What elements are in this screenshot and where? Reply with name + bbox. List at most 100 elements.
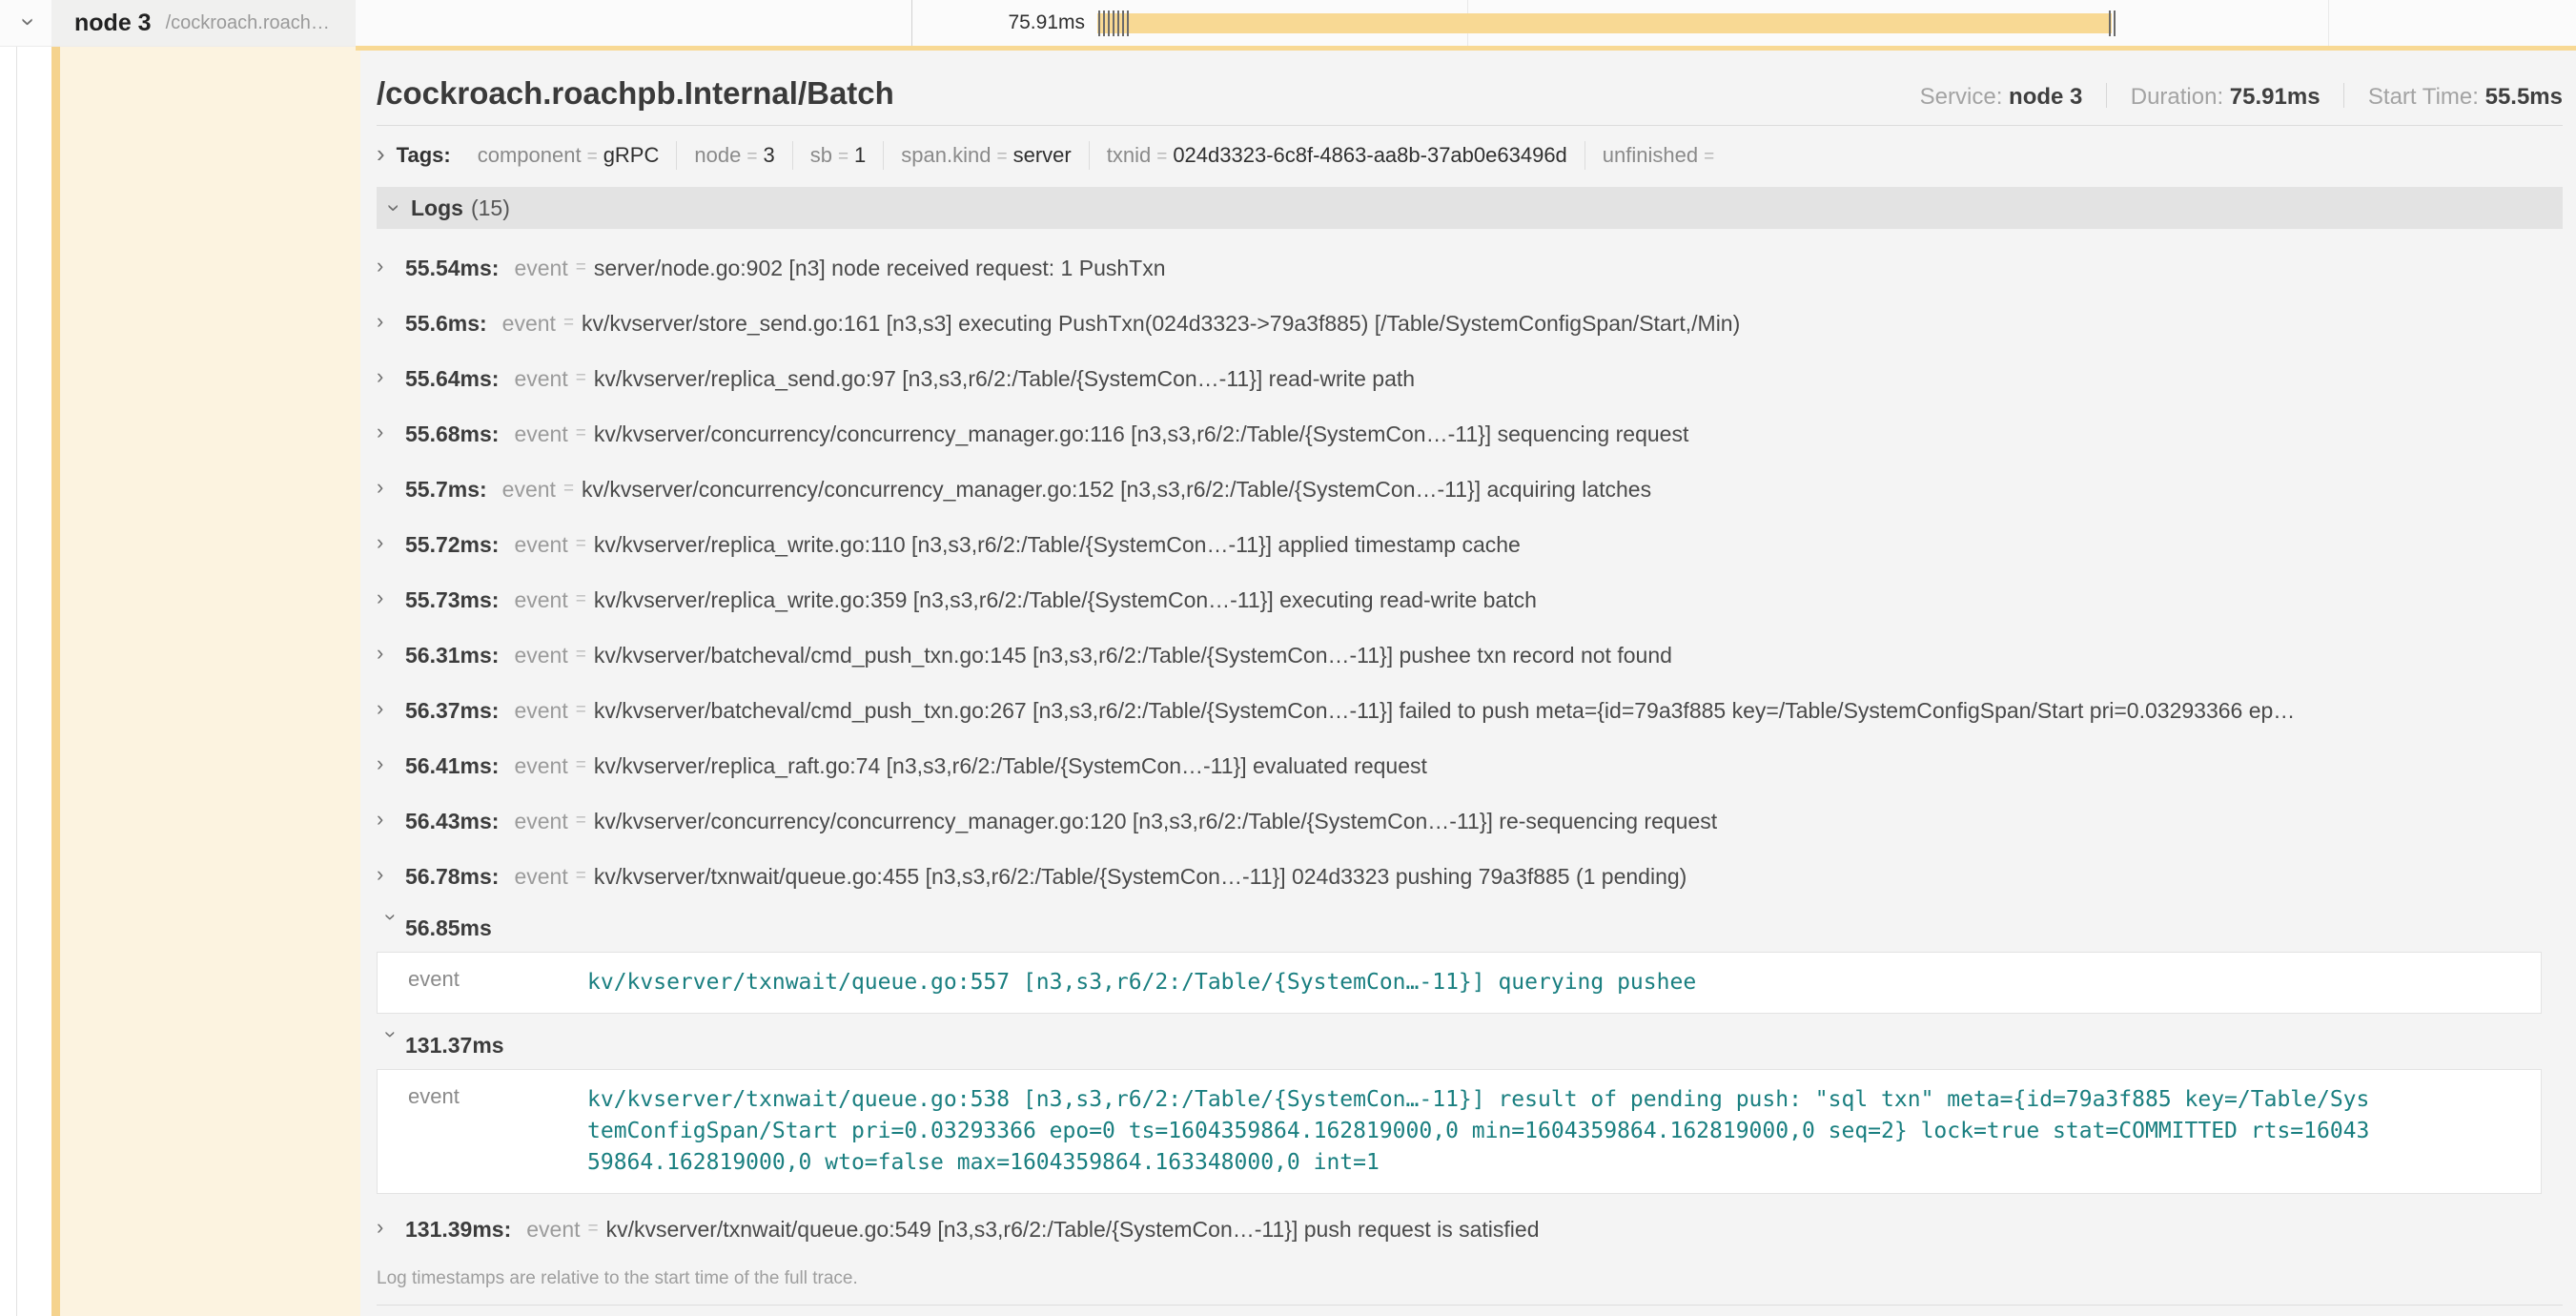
- selected-span-highlight: [51, 46, 360, 1316]
- logs-count: (15): [471, 195, 510, 221]
- log-row[interactable]: ›55.68ms:event=kv/kvserver/concurrency/c…: [377, 406, 2563, 462]
- log-row[interactable]: ›131.39ms:event=kv/kvserver/txnwait/queu…: [377, 1202, 2563, 1257]
- chevron-right-icon[interactable]: ›: [377, 753, 405, 774]
- log-field-value: kv/kvserver/txnwait/queue.go:538 [n3,s3,…: [587, 1084, 2541, 1179]
- tag-component: component=gRPC: [460, 141, 678, 170]
- chevron-down-icon[interactable]: ›: [16, 18, 41, 27]
- tags-label: Tags:: [397, 143, 451, 168]
- chevron-right-icon[interactable]: ›: [377, 141, 385, 166]
- log-row[interactable]: ›55.73ms:event=kv/kvserver/replica_write…: [377, 572, 2563, 627]
- log-field-key: event: [514, 256, 567, 281]
- log-timestamp: 56.78ms:: [405, 864, 499, 890]
- chevron-right-icon[interactable]: ›: [377, 311, 405, 332]
- log-timestamp: 55.64ms:: [405, 366, 499, 392]
- log-timestamp: 55.73ms:: [405, 587, 499, 613]
- span-service-name: node 3: [74, 10, 152, 37]
- log-timestamp: 55.6ms:: [405, 311, 487, 337]
- chevron-right-icon[interactable]: ›: [377, 1217, 405, 1238]
- chevron-right-icon[interactable]: ›: [377, 809, 405, 830]
- equals-sign: =: [576, 811, 586, 832]
- tag-sb: sb=1: [793, 141, 885, 170]
- equals-sign: =: [576, 589, 586, 610]
- log-row-expanded-header[interactable]: ›131.37ms: [377, 1021, 2563, 1069]
- span-row[interactable]: › node 3 /cockroach.roach… 75.91ms: [0, 0, 2576, 47]
- logs-footer-note: Log timestamps are relative to the start…: [377, 1268, 2563, 1306]
- log-timestamp: 56.37ms:: [405, 698, 499, 724]
- chevron-right-icon[interactable]: ›: [377, 366, 405, 387]
- log-row[interactable]: ›55.6ms:event=kv/kvserver/store_send.go:…: [377, 296, 2563, 351]
- log-field-key: event: [378, 967, 587, 998]
- log-field-key: event: [514, 809, 567, 834]
- chevron-down-icon[interactable]: ›: [380, 914, 401, 942]
- log-message: kv/kvserver/replica_send.go:97 [n3,s3,r6…: [594, 366, 1415, 392]
- log-field-key: event: [514, 366, 567, 392]
- chevron-right-icon[interactable]: ›: [377, 532, 405, 553]
- chevron-right-icon[interactable]: ›: [377, 477, 405, 498]
- log-detail-box: eventkv/kvserver/txnwait/queue.go:557 [n…: [377, 952, 2542, 1014]
- span-operation-name: /cockroach.roach…: [166, 12, 330, 34]
- log-row[interactable]: ›55.54ms:event=server/node.go:902 [n3] n…: [377, 240, 2563, 296]
- tags-accordion[interactable]: › Tags: component=gRPC node=3 sb=1 span.…: [377, 141, 2563, 170]
- log-timestamp: 55.7ms:: [405, 477, 487, 503]
- log-detail-box: eventkv/kvserver/txnwait/queue.go:538 [n…: [377, 1069, 2542, 1194]
- meta-divider: [2106, 83, 2107, 108]
- log-field-key: event: [526, 1217, 580, 1243]
- service-value: node 3: [2009, 84, 2082, 110]
- detail-header: /cockroach.roachpb.Internal/Batch Servic…: [377, 51, 2563, 112]
- log-row[interactable]: ›56.78ms:event=kv/kvserver/txnwait/queue…: [377, 849, 2563, 904]
- chevron-right-icon[interactable]: ›: [377, 422, 405, 442]
- logs-title: Logs: [411, 195, 463, 221]
- tag-node: node=3: [677, 141, 792, 170]
- log-timestamp: 56.43ms:: [405, 809, 499, 834]
- chevron-right-icon[interactable]: ›: [377, 698, 405, 719]
- log-message: kv/kvserver/concurrency/concurrency_mana…: [594, 422, 1688, 447]
- trace-viewer-screen: › node 3 /cockroach.roach… 75.91ms /cock…: [0, 0, 2576, 1316]
- log-timestamp: 55.68ms:: [405, 422, 499, 447]
- log-field-key: event: [514, 643, 567, 668]
- meta-divider: [2343, 83, 2344, 108]
- log-row[interactable]: ›56.41ms:event=kv/kvserver/replica_raft.…: [377, 738, 2563, 793]
- logs-accordion-header[interactable]: › Logs (15): [377, 187, 2563, 229]
- equals-sign: =: [576, 755, 586, 776]
- log-field-key: event: [502, 477, 556, 503]
- log-row[interactable]: ›55.7ms:event=kv/kvserver/concurrency/co…: [377, 462, 2563, 517]
- service-label: Service:: [1920, 84, 2003, 110]
- equals-sign: =: [576, 866, 586, 887]
- log-field-key: event: [378, 1084, 587, 1179]
- log-row[interactable]: ›55.72ms:event=kv/kvserver/replica_write…: [377, 517, 2563, 572]
- log-row[interactable]: ›56.37ms:event=kv/kvserver/batcheval/cmd…: [377, 683, 2563, 738]
- chevron-down-icon[interactable]: ›: [380, 1031, 401, 1059]
- log-row[interactable]: ›56.43ms:event=kv/kvserver/concurrency/c…: [377, 793, 2563, 849]
- span-duration-bar[interactable]: [1097, 13, 2112, 33]
- equals-sign: =: [576, 423, 586, 444]
- chevron-right-icon[interactable]: ›: [377, 587, 405, 608]
- log-message: kv/kvserver/txnwait/queue.go:455 [n3,s3,…: [594, 864, 1687, 890]
- tag-span-kind: span.kind=server: [884, 141, 1089, 170]
- equals-sign: =: [563, 479, 574, 500]
- span-name-cell[interactable]: node 3 /cockroach.roach…: [51, 0, 356, 46]
- equals-sign: =: [576, 257, 586, 278]
- header-divider: [377, 125, 2563, 126]
- chevron-down-icon[interactable]: ›: [382, 204, 405, 212]
- start-time-value: 55.5ms: [2485, 84, 2563, 110]
- log-message: kv/kvserver/store_send.go:161 [n3,s3] ex…: [582, 311, 1740, 337]
- chevron-right-icon[interactable]: ›: [377, 864, 405, 885]
- chevron-right-icon[interactable]: ›: [377, 256, 405, 277]
- log-message: kv/kvserver/txnwait/queue.go:549 [n3,s3,…: [606, 1217, 1540, 1243]
- log-timestamp: 131.39ms:: [405, 1217, 511, 1243]
- log-row[interactable]: ›56.31ms:event=kv/kvserver/batcheval/cmd…: [377, 627, 2563, 683]
- duration-label: Duration:: [2131, 84, 2223, 110]
- start-time-label: Start Time:: [2368, 84, 2479, 110]
- equals-sign: =: [576, 645, 586, 666]
- log-timestamp: 55.72ms:: [405, 532, 499, 558]
- log-row-expanded-header[interactable]: ›56.85ms: [377, 904, 2563, 952]
- log-field-key: event: [514, 587, 567, 613]
- log-row[interactable]: ›55.64ms:event=kv/kvserver/replica_send.…: [377, 351, 2563, 406]
- chevron-right-icon[interactable]: ›: [377, 643, 405, 664]
- log-timestamp: 56.85ms: [405, 915, 492, 941]
- log-message: kv/kvserver/batcheval/cmd_push_txn.go:26…: [594, 698, 2295, 724]
- log-field-key: event: [514, 698, 567, 724]
- log-timestamp: 56.41ms:: [405, 753, 499, 779]
- tree-guide-line: [16, 0, 17, 1316]
- tag-txnid: txnid=024d3323-6c8f-4863-aa8b-37ab0e6349…: [1090, 141, 1585, 170]
